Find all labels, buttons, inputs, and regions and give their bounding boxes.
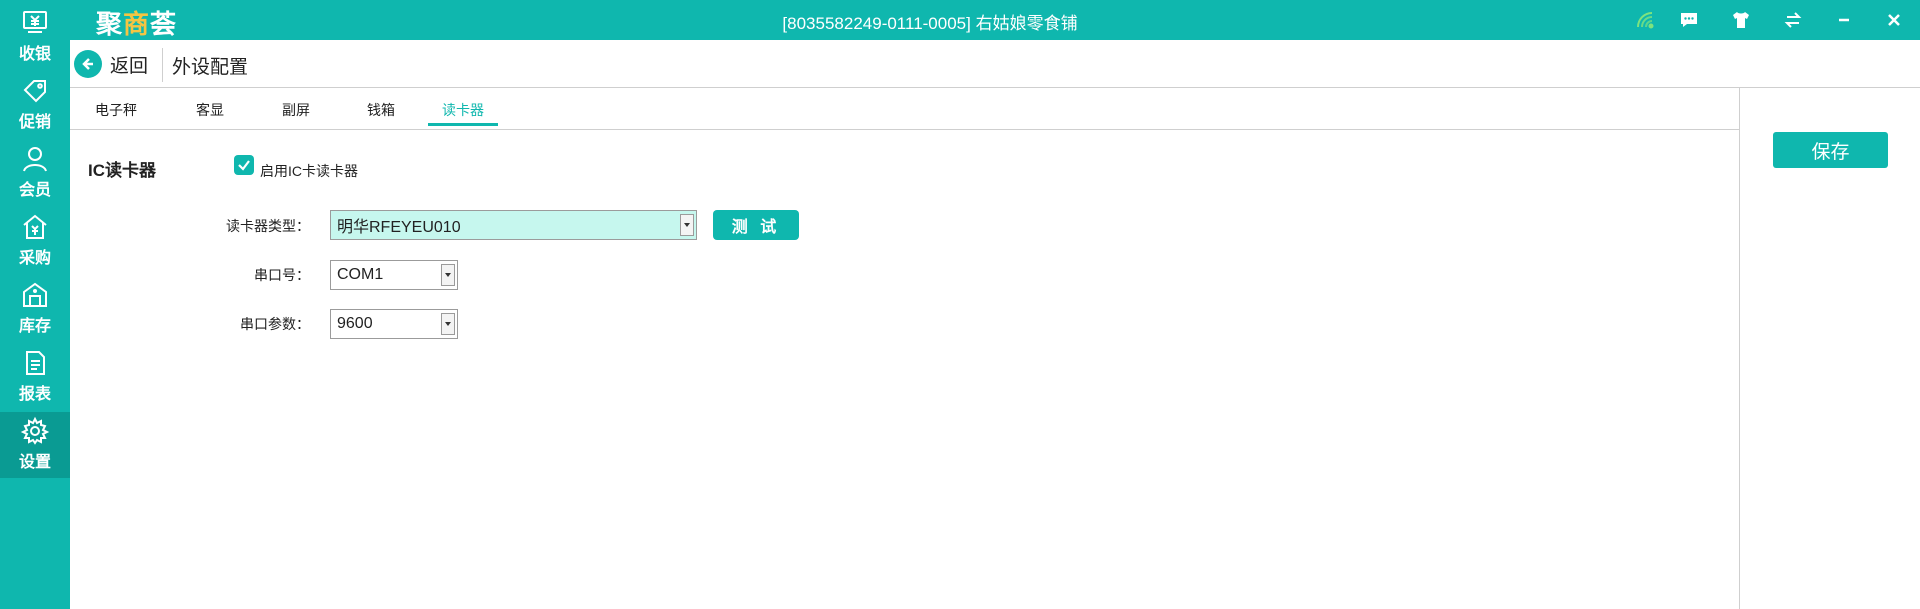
back-label: 返回 — [110, 55, 149, 77]
sidebar-item-inventory[interactable]: 库存 — [0, 276, 70, 342]
close-icon[interactable] — [1883, 9, 1905, 31]
minimize-icon[interactable] — [1833, 9, 1855, 31]
sidebar-item-member[interactable]: 会员 — [0, 140, 70, 206]
sidebar-item-label: 设置 — [18, 454, 51, 471]
main-content: 电子秤 客显 副屏 钱箱 读卡器 IC读卡器 启用IC卡读卡器 读卡器类型： 明… — [70, 88, 1740, 609]
sidebar-item-promotion[interactable]: 促销 — [0, 72, 70, 138]
tag-icon — [23, 80, 46, 103]
reader-type-select[interactable]: 明华RFEYEU010 — [330, 210, 697, 240]
sidebar-item-label: 收银 — [18, 46, 51, 63]
sidebar-item-label: 会员 — [18, 182, 51, 199]
sidebar-item-label: 库存 — [18, 318, 51, 335]
sidebar-item-report[interactable]: 报表 — [0, 344, 70, 410]
header-divider — [162, 48, 163, 82]
wifi-icon[interactable] — [1634, 9, 1656, 31]
switch-icon[interactable] — [1782, 9, 1804, 31]
tab-card-reader[interactable]: 读卡器 — [442, 100, 484, 120]
cashier-icon — [23, 11, 47, 33]
tab-active-indicator — [428, 123, 498, 126]
title-bar: 聚商荟 [8035582249-0111-0005] 右姑娘零食铺 — [70, 0, 1920, 40]
tab-cash-drawer[interactable]: 钱箱 — [367, 100, 395, 120]
sidebar-item-label: 采购 — [18, 250, 51, 267]
sidebar-item-settings[interactable]: 设置 — [0, 412, 70, 478]
sidebar-item-label: 报表 — [18, 386, 51, 403]
serial-param-label: 串口参数： — [240, 316, 310, 332]
chevron-down-icon[interactable] — [441, 313, 455, 335]
section-title: IC读卡器 — [88, 161, 156, 180]
gear-icon — [20, 416, 50, 445]
test-button[interactable]: 测 试 — [713, 210, 799, 240]
chevron-down-icon[interactable] — [680, 214, 694, 236]
sidebar-item-purchase[interactable]: 采购 — [0, 208, 70, 274]
sidebar: 收银 促销 会员 采购 库存 报表 设置 — [0, 0, 70, 609]
serial-param-select[interactable]: 9600 — [330, 309, 458, 339]
purchase-icon — [23, 214, 47, 239]
device-tabs: 电子秤 客显 副屏 钱箱 读卡器 — [70, 88, 1740, 130]
serial-param-value: 9600 — [337, 315, 373, 332]
port-select[interactable]: COM1 — [330, 260, 458, 290]
member-icon — [23, 147, 47, 172]
enable-reader-checkbox[interactable] — [234, 155, 254, 175]
back-button[interactable]: 返回 — [74, 48, 148, 80]
port-value: COM1 — [337, 266, 384, 283]
check-icon — [238, 160, 250, 171]
reader-type-value: 明华RFEYEU010 — [337, 219, 461, 236]
message-icon[interactable] — [1678, 9, 1700, 31]
enable-reader-label: 启用IC卡读卡器 — [260, 163, 358, 179]
back-arrow-icon — [74, 50, 102, 78]
page-title: 外设配置 — [172, 57, 249, 78]
tab-scale[interactable]: 电子秤 — [95, 100, 137, 120]
report-icon — [26, 351, 45, 375]
sidebar-item-cashier[interactable]: 收银 — [0, 4, 70, 70]
save-button[interactable]: 保存 — [1773, 132, 1888, 168]
chevron-down-icon[interactable] — [441, 264, 455, 286]
tab-customer-display[interactable]: 客显 — [196, 100, 224, 120]
action-panel: 保存 — [1741, 88, 1920, 609]
warehouse-icon — [23, 282, 47, 307]
shirt-icon[interactable] — [1730, 9, 1752, 31]
port-label: 串口号： — [254, 267, 310, 283]
reader-type-label: 读卡器类型： — [226, 218, 310, 234]
sidebar-item-label: 促销 — [18, 114, 51, 131]
tab-secondary-screen[interactable]: 副屏 — [282, 100, 310, 120]
page-header: 返回 外设配置 — [70, 40, 1920, 88]
